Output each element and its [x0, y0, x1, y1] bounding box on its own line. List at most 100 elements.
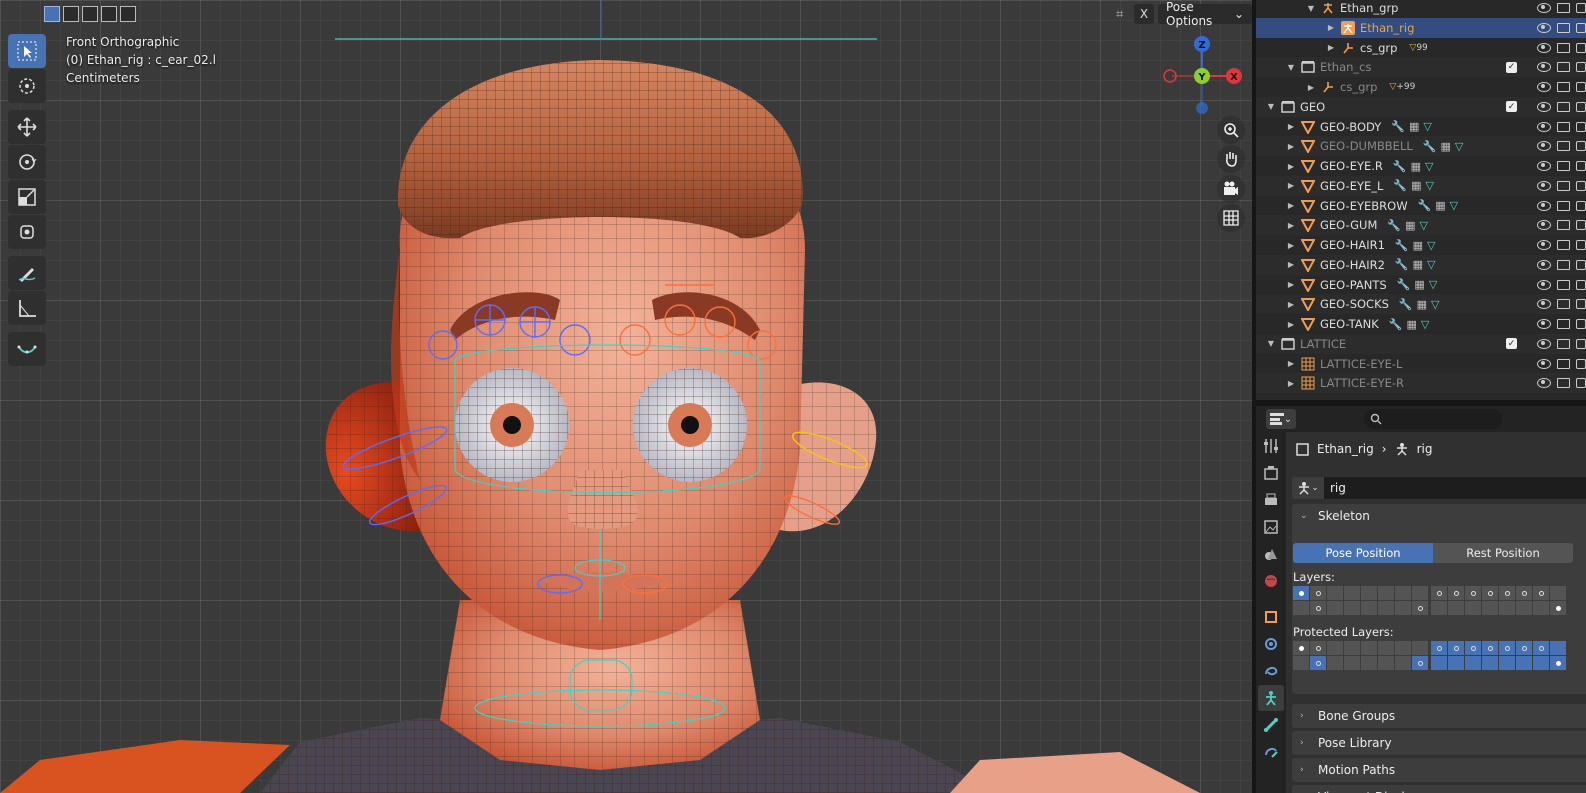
eye-icon[interactable]: [1537, 141, 1551, 152]
layer-button[interactable]: [1395, 656, 1411, 670]
camera-view-button[interactable]: [1217, 175, 1245, 203]
mesh-data-icon[interactable]: ▽: [1419, 219, 1427, 232]
monitor-icon[interactable]: [1557, 319, 1570, 329]
layer-button[interactable]: [1482, 586, 1498, 600]
layer-button[interactable]: [1412, 641, 1428, 655]
mesh-data-icon[interactable]: ▽: [1423, 120, 1431, 133]
cursor-tool[interactable]: [8, 69, 46, 103]
datablock-name-field[interactable]: rig: [1324, 477, 1586, 499]
tab-world[interactable]: [1258, 568, 1284, 594]
layer-button[interactable]: [1378, 586, 1394, 600]
outliner-row[interactable]: ▶ GEO-DUMBBELL 🔧 ▦ ▽: [1256, 136, 1586, 157]
layer-button[interactable]: [1310, 586, 1326, 600]
eye-icon[interactable]: [1537, 358, 1551, 369]
expand-toggle-icon[interactable]: ▼: [1266, 339, 1276, 348]
layer-button[interactable]: [1431, 601, 1447, 615]
monitor-icon[interactable]: [1557, 378, 1570, 389]
outliner-item-name[interactable]: GEO-SOCKS: [1320, 297, 1389, 311]
outliner-row[interactable]: ▼ LATTICE ✓: [1256, 333, 1586, 354]
expand-toggle-icon[interactable]: ▶: [1286, 122, 1296, 131]
eye-icon[interactable]: [1537, 200, 1551, 211]
outliner-row[interactable]: ▶ GEO-SOCKS 🔧 ▦ ▽: [1256, 294, 1586, 315]
layer-button[interactable]: [1465, 601, 1481, 615]
layer-button[interactable]: [1395, 586, 1411, 600]
outliner-item-name[interactable]: Ethan_grp: [1340, 1, 1398, 15]
layer-button[interactable]: [1516, 641, 1532, 655]
eye-icon[interactable]: [1537, 42, 1551, 53]
editor-type-button[interactable]: ⌄: [1266, 409, 1296, 429]
outliner-item-name[interactable]: Ethan_cs: [1320, 60, 1371, 74]
camera-icon[interactable]: [1576, 220, 1586, 231]
layer-button[interactable]: [1465, 641, 1481, 655]
eye-icon[interactable]: [1537, 259, 1551, 270]
camera-icon[interactable]: [1576, 22, 1586, 33]
layer-button[interactable]: [1550, 586, 1566, 600]
mesh-data-icon[interactable]: ▽: [1429, 278, 1437, 291]
camera-icon[interactable]: [1576, 200, 1586, 211]
monitor-icon[interactable]: [1557, 82, 1570, 92]
tab-object[interactable]: [1258, 604, 1284, 630]
transform-tool[interactable]: [8, 215, 46, 249]
layer-button[interactable]: [1293, 656, 1309, 670]
layer-button[interactable]: [1361, 586, 1377, 600]
layer-button[interactable]: [1448, 641, 1464, 655]
browse-datablock-button[interactable]: ⌄: [1292, 477, 1324, 499]
monitor-icon[interactable]: [1557, 358, 1570, 369]
camera-icon[interactable]: [1576, 42, 1586, 53]
pose-position-button[interactable]: Pose Position: [1293, 543, 1433, 563]
outliner-item-name[interactable]: cs_grp: [1340, 80, 1377, 94]
armature-datablock-selector[interactable]: ⌄ rig: [1292, 477, 1586, 499]
eye-icon[interactable]: [1537, 101, 1551, 112]
outliner-row[interactable]: ▶ cs_grp ▽99: [1256, 38, 1586, 58]
eye-icon[interactable]: [1537, 121, 1551, 132]
layer-button[interactable]: [1327, 641, 1343, 655]
eye-icon[interactable]: [1537, 180, 1551, 191]
outliner-item-name[interactable]: GEO-PANTS: [1320, 278, 1387, 292]
wrench-icon[interactable]: 🔧: [1423, 140, 1437, 153]
mesh-data-icon[interactable]: ▽: [1427, 258, 1435, 271]
outliner-item-name[interactable]: cs_grp: [1360, 41, 1397, 55]
expand-toggle-icon[interactable]: ▼: [1286, 63, 1296, 72]
eye-icon[interactable]: [1537, 319, 1551, 329]
expand-toggle-icon[interactable]: ▼: [1266, 102, 1276, 111]
wrench-icon[interactable]: 🔧: [1391, 120, 1405, 133]
layer-button[interactable]: [1361, 656, 1377, 670]
expand-toggle-icon[interactable]: ▼: [1306, 4, 1316, 13]
outliner-row[interactable]: ▶ GEO-GUM 🔧 ▦ ▽: [1256, 215, 1586, 236]
layer-button[interactable]: [1310, 656, 1326, 670]
mesh-data-icon[interactable]: ▽: [1427, 239, 1435, 252]
monitor-icon[interactable]: [1557, 42, 1570, 53]
outliner-item-name[interactable]: GEO-HAIR2: [1320, 258, 1385, 272]
camera-icon[interactable]: [1576, 299, 1586, 310]
tab-bone-constraints[interactable]: [1258, 739, 1284, 765]
camera-icon[interactable]: [1576, 259, 1586, 270]
camera-icon[interactable]: [1576, 3, 1586, 13]
layer-button[interactable]: [1465, 656, 1481, 670]
scale-tool[interactable]: [8, 180, 46, 214]
layer-button[interactable]: [1516, 656, 1532, 670]
expand-toggle-icon[interactable]: ▶: [1326, 43, 1336, 52]
properties-search-field[interactable]: [1364, 409, 1502, 429]
expand-toggle-icon[interactable]: ▶: [1286, 221, 1296, 230]
tab-constraints[interactable]: [1258, 658, 1284, 684]
outliner-row[interactable]: ▶ cs_grp ▽+99: [1256, 77, 1586, 97]
outliner-row[interactable]: ▶ GEO-EYE.R 🔧 ▦ ▽: [1256, 156, 1586, 176]
layer-button[interactable]: [1499, 641, 1515, 655]
eye-icon[interactable]: [1537, 378, 1551, 389]
exclude-checkbox[interactable]: ✓: [1506, 101, 1517, 113]
select-subtract-icon[interactable]: [82, 6, 98, 22]
layer-button[interactable]: [1344, 641, 1360, 655]
monitor-icon[interactable]: [1557, 62, 1570, 73]
monitor-icon[interactable]: [1557, 299, 1570, 310]
layer-button[interactable]: [1378, 641, 1394, 655]
layer-button[interactable]: [1516, 601, 1532, 615]
layer-button[interactable]: [1378, 601, 1394, 615]
outliner-item-name[interactable]: GEO-EYEBROW: [1320, 199, 1408, 213]
layer-button[interactable]: [1482, 601, 1498, 615]
wrench-icon[interactable]: 🔧: [1393, 179, 1407, 192]
monitor-icon[interactable]: [1557, 338, 1570, 349]
layer-button[interactable]: [1327, 601, 1343, 615]
selection-mode-buttons[interactable]: [44, 0, 136, 28]
annotate-tool[interactable]: [8, 256, 46, 290]
layer-button[interactable]: [1533, 586, 1549, 600]
